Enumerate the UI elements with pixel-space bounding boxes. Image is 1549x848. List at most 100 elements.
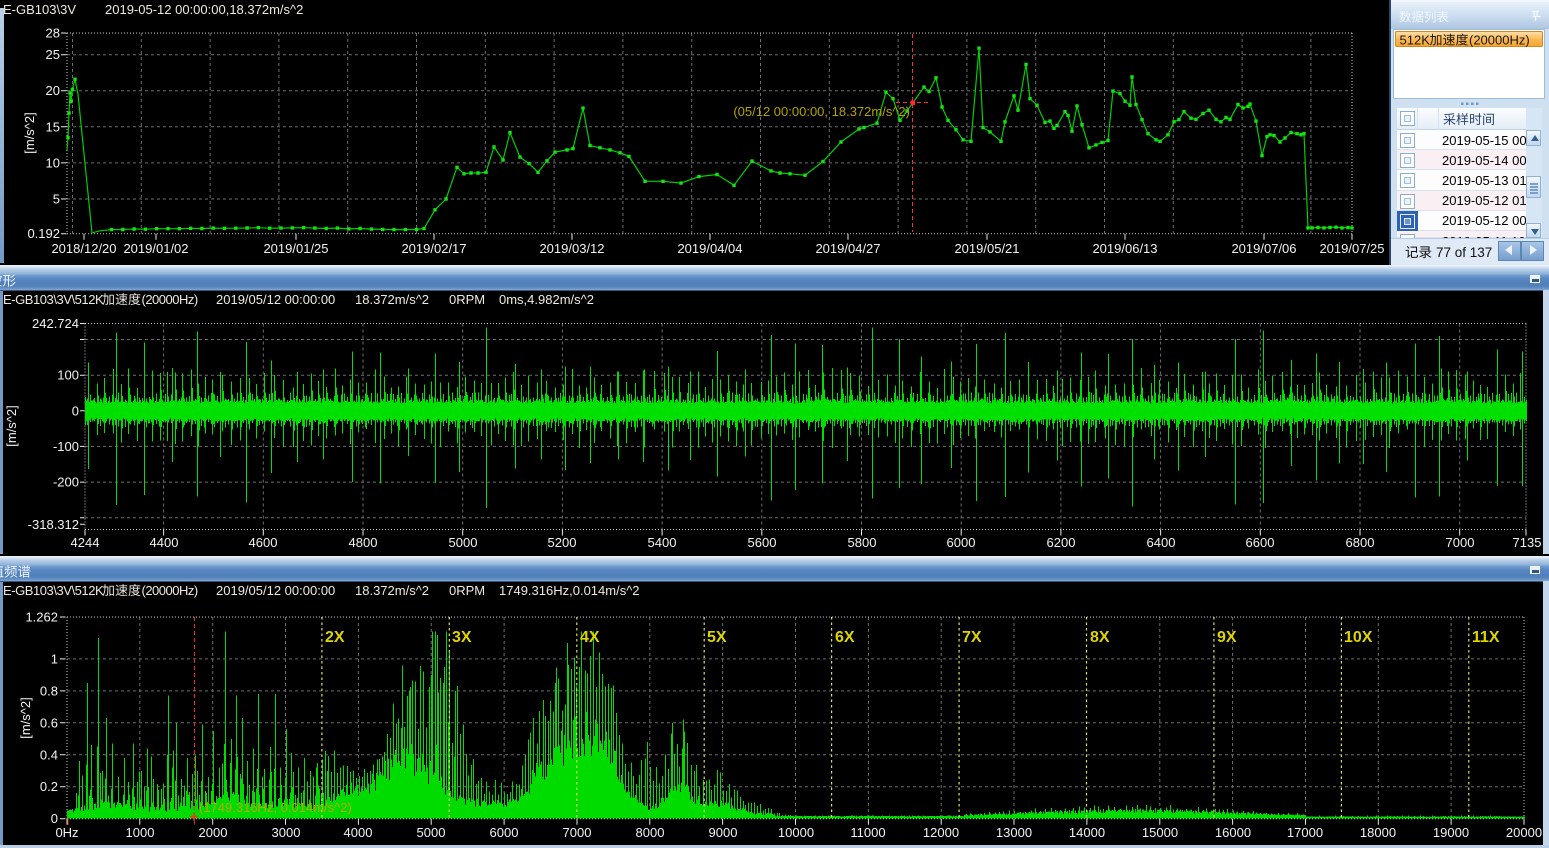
svg-text:2019/03/12: 2019/03/12 <box>539 241 604 256</box>
svg-text:4000: 4000 <box>344 825 373 840</box>
svg-text:10X: 10X <box>1344 629 1373 646</box>
svg-text:0.8: 0.8 <box>40 683 58 698</box>
svg-text:6000: 6000 <box>490 825 519 840</box>
svg-text:1749.316Hz,0.014m/s^2: 1749.316Hz,0.014m/s^2 <box>499 583 640 598</box>
svg-text:15000: 15000 <box>1142 825 1178 840</box>
svg-text:0: 0 <box>51 811 58 826</box>
svg-text:2019/05/12 00:00:00: 2019/05/12 00:00:00 <box>216 292 335 307</box>
svg-text:10: 10 <box>46 155 60 170</box>
svg-text:3X: 3X <box>452 629 472 646</box>
svg-text:2019/05/21: 2019/05/21 <box>954 241 1019 256</box>
svg-text:2019/06/13: 2019/06/13 <box>1092 241 1157 256</box>
svg-text:(20000Hz): (20000Hz) <box>142 583 198 598</box>
svg-text:1.262: 1.262 <box>25 610 58 625</box>
svg-text:5200: 5200 <box>548 535 577 550</box>
svg-text:11X: 11X <box>1472 629 1500 646</box>
svg-text:5000: 5000 <box>449 535 478 550</box>
svg-text:2019/04/04: 2019/04/04 <box>677 241 742 256</box>
svg-text:-200: -200 <box>53 475 79 490</box>
svg-text:6X: 6X <box>835 629 855 646</box>
svg-text:E-GB103\3V: E-GB103\3V <box>3 2 76 17</box>
svg-text:[m/s^2]: [m/s^2] <box>4 405 19 447</box>
svg-text:7000: 7000 <box>563 825 592 840</box>
svg-text:11000: 11000 <box>850 825 885 840</box>
svg-text:2000: 2000 <box>199 825 228 840</box>
svg-text:12000: 12000 <box>923 825 959 840</box>
svg-text:16000: 16000 <box>1215 825 1251 840</box>
svg-text:242.724: 242.724 <box>32 316 79 331</box>
svg-text:(20000Hz): (20000Hz) <box>142 292 198 307</box>
svg-text:6600: 6600 <box>1246 535 1275 550</box>
svg-text:25: 25 <box>46 47 60 62</box>
svg-text:13000: 13000 <box>996 825 1032 840</box>
svg-text:7X: 7X <box>962 629 982 646</box>
svg-text:0.4: 0.4 <box>40 747 58 762</box>
svg-text:E-GB103\3V\512K: E-GB103\3V\512K <box>3 583 104 598</box>
svg-text:2018/12/20: 2018/12/20 <box>51 241 116 256</box>
svg-text:6200: 6200 <box>1047 535 1076 550</box>
svg-text:2019/07/25: 2019/07/25 <box>1319 241 1384 256</box>
svg-text:100: 100 <box>57 368 79 383</box>
svg-text:2019/01/02: 2019/01/02 <box>123 241 188 256</box>
svg-text:4400: 4400 <box>150 535 179 550</box>
svg-text:6400: 6400 <box>1147 535 1176 550</box>
svg-text:18.372m/s^2: 18.372m/s^2 <box>355 583 429 598</box>
svg-text:5800: 5800 <box>848 535 877 550</box>
svg-text:5: 5 <box>53 192 60 207</box>
svg-text:2019/05/12 00:00:00: 2019/05/12 00:00:00 <box>216 583 335 598</box>
svg-text:6800: 6800 <box>1346 535 1375 550</box>
svg-text:2019/04/27: 2019/04/27 <box>815 241 880 256</box>
svg-text:2019-05-12 00:00:00,18.372m/s^: 2019-05-12 00:00:00,18.372m/s^2 <box>105 2 303 17</box>
svg-text:2019/07/06: 2019/07/06 <box>1231 241 1296 256</box>
svg-text:0.2: 0.2 <box>40 779 58 794</box>
svg-text:512K: 512K <box>1400 33 1431 48</box>
svg-text:E-GB103\3V\512K: E-GB103\3V\512K <box>3 292 104 307</box>
svg-text:8X: 8X <box>1090 629 1110 646</box>
svg-text:[m/s^2]: [m/s^2] <box>18 697 33 739</box>
svg-text:[m/s^2]: [m/s^2] <box>22 112 37 154</box>
svg-text:0ms,4.982m/s^2: 0ms,4.982m/s^2 <box>499 292 594 307</box>
svg-text:(05/12 00:00:00, 18.372m/s^2): (05/12 00:00:00, 18.372m/s^2) <box>733 104 910 119</box>
svg-text:4244: 4244 <box>71 535 100 550</box>
svg-text:9X: 9X <box>1217 629 1237 646</box>
svg-text:14000: 14000 <box>1069 825 1105 840</box>
svg-text:0.192: 0.192 <box>27 226 60 241</box>
svg-text:18000: 18000 <box>1360 825 1396 840</box>
svg-text:5000: 5000 <box>417 825 446 840</box>
svg-text:20: 20 <box>46 83 60 98</box>
svg-text:5600: 5600 <box>748 535 777 550</box>
svg-text:0Hz: 0Hz <box>55 825 78 840</box>
svg-text:0RPM: 0RPM <box>449 292 485 307</box>
svg-text:9000: 9000 <box>709 825 738 840</box>
svg-text:(20000Hz): (20000Hz) <box>1469 33 1530 48</box>
svg-text:2019/02/17: 2019/02/17 <box>401 241 466 256</box>
svg-text:28: 28 <box>46 26 60 41</box>
svg-text:-100: -100 <box>53 439 79 454</box>
svg-text:5400: 5400 <box>648 535 677 550</box>
svg-text:5X: 5X <box>707 629 727 646</box>
svg-text:(1749.316Hz, 0.014m/s^2): (1749.316Hz, 0.014m/s^2) <box>199 800 352 815</box>
svg-text:77 of 137: 77 of 137 <box>1436 245 1492 260</box>
svg-text:1: 1 <box>51 651 58 666</box>
svg-text:3000: 3000 <box>272 825 301 840</box>
svg-text:4600: 4600 <box>249 535 278 550</box>
svg-text:4X: 4X <box>580 629 600 646</box>
svg-text:0.6: 0.6 <box>40 715 58 730</box>
svg-text:0: 0 <box>72 403 79 418</box>
svg-text:7000: 7000 <box>1446 535 1475 550</box>
svg-text:4800: 4800 <box>349 535 378 550</box>
svg-text:19000: 19000 <box>1433 825 1469 840</box>
svg-text:20000: 20000 <box>1506 825 1542 840</box>
svg-text:0RPM: 0RPM <box>449 583 485 598</box>
svg-text:6000: 6000 <box>947 535 976 550</box>
svg-text:17000: 17000 <box>1287 825 1323 840</box>
svg-text:-318.312: -318.312 <box>28 517 79 532</box>
svg-text:7135: 7135 <box>1513 535 1542 550</box>
svg-text:2X: 2X <box>325 629 345 646</box>
svg-text:8000: 8000 <box>636 825 665 840</box>
svg-text:10000: 10000 <box>778 825 814 840</box>
svg-text:2019/01/25: 2019/01/25 <box>263 241 328 256</box>
svg-text:1000: 1000 <box>126 825 155 840</box>
svg-text:18.372m/s^2: 18.372m/s^2 <box>355 292 429 307</box>
svg-text:15: 15 <box>46 119 60 134</box>
